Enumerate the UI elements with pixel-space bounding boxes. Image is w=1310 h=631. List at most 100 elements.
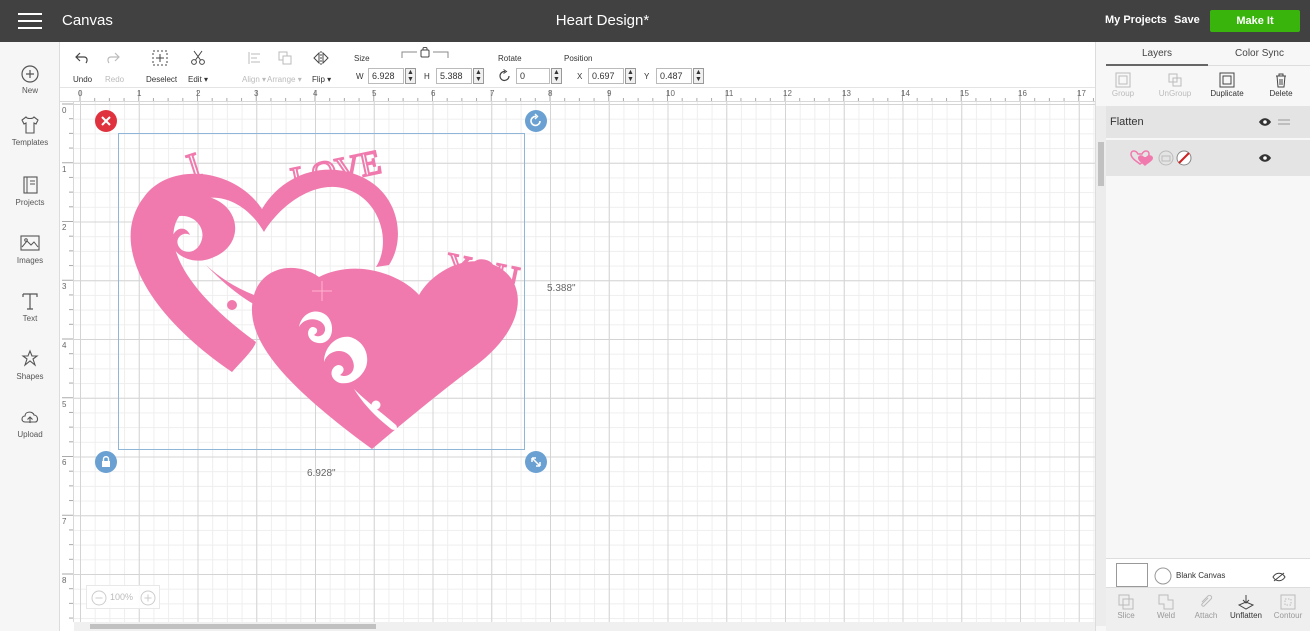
- unflatten-button[interactable]: Unflatten: [1226, 594, 1266, 620]
- ruler-top-12: 12: [783, 89, 792, 98]
- zoom-level: 100%: [110, 592, 134, 602]
- ruler-top-17: 17: [1077, 89, 1086, 98]
- close-icon: [101, 116, 111, 126]
- contour-label: Contour: [1273, 611, 1303, 620]
- undo-icon[interactable]: [74, 51, 90, 65]
- duplicate-button[interactable]: Duplicate: [1202, 72, 1252, 98]
- deselect-icon[interactable]: [152, 50, 168, 66]
- nav-upload[interactable]: Upload: [0, 406, 60, 439]
- height-stepper[interactable]: ▲ ▼: [473, 68, 484, 84]
- redo-icon[interactable]: [105, 51, 121, 65]
- nav-shapes[interactable]: Shapes: [0, 348, 60, 381]
- ruler-left-7: 7: [62, 517, 67, 526]
- ruler-left-3: 3: [62, 282, 67, 291]
- ruler-top-13: 13: [842, 89, 851, 98]
- ruler-top-2: 2: [196, 89, 201, 98]
- position-label: Position: [564, 54, 593, 63]
- blank-canvas-radio-icon[interactable]: [1154, 567, 1172, 585]
- eye-hidden-icon[interactable]: [1272, 572, 1286, 582]
- zoom-in-icon[interactable]: [140, 590, 156, 606]
- my-projects-link[interactable]: My Projects: [1105, 14, 1167, 26]
- top-ruler-ticks: [79, 90, 1094, 101]
- flip-icon[interactable]: [313, 50, 329, 66]
- save-button[interactable]: Save: [1174, 14, 1200, 26]
- nav-new[interactable]: New: [0, 64, 60, 95]
- color-swatch-icon[interactable]: [1176, 150, 1192, 166]
- ruler-top-0: 0: [78, 89, 83, 98]
- weld-button[interactable]: Weld: [1146, 594, 1186, 620]
- nav-images-label: Images: [16, 256, 44, 265]
- height-input[interactable]: 5.388: [436, 68, 472, 84]
- shapes-icon: [21, 349, 39, 367]
- tab-color-sync[interactable]: Color Sync: [1208, 42, 1310, 66]
- ruler-left-4: 4: [62, 341, 67, 350]
- resize-arrow-icon: [531, 457, 541, 467]
- edit-dropdown[interactable]: Edit ▾: [188, 75, 208, 84]
- ruler-top-6: 6: [431, 89, 436, 98]
- image-icon: [20, 235, 40, 251]
- blank-canvas-row[interactable]: Blank Canvas: [1106, 558, 1310, 588]
- flip-dropdown[interactable]: Flip ▾: [312, 75, 331, 84]
- design-canvas[interactable]: I LOVE YOU 5.388" 6.928" 100%: [74, 102, 1095, 622]
- top-bar: Canvas Heart Design* My Projects Save Ma…: [0, 0, 1310, 42]
- tab-layers[interactable]: Layers: [1106, 42, 1208, 66]
- delete-button[interactable]: Delete: [1256, 72, 1306, 98]
- ruler-top-16: 16: [1018, 89, 1027, 98]
- attach-button[interactable]: Attach: [1186, 594, 1226, 620]
- nav-images[interactable]: Images: [0, 232, 60, 265]
- trash-icon: [1276, 73, 1286, 88]
- nav-projects[interactable]: Projects: [0, 174, 60, 207]
- nav-templates[interactable]: Templates: [0, 114, 60, 147]
- rotate-input[interactable]: 0: [516, 68, 550, 84]
- scissors-icon[interactable]: [190, 50, 206, 66]
- arrange-dropdown[interactable]: Arrange ▾: [267, 75, 302, 84]
- rotate-handle[interactable]: [525, 110, 547, 132]
- ruler-top-4: 4: [313, 89, 318, 98]
- book-icon: [23, 176, 38, 194]
- ruler-top-14: 14: [901, 89, 910, 98]
- ungroup-button[interactable]: UnGroup: [1150, 72, 1200, 98]
- weld-label: Weld: [1156, 611, 1176, 620]
- lock-handle[interactable]: [95, 451, 117, 473]
- panel-vertical-scrollbar[interactable]: [1096, 106, 1106, 626]
- width-stepper[interactable]: ▲ ▼: [405, 68, 416, 84]
- rotate-stepper[interactable]: ▲ ▼: [551, 68, 562, 84]
- flatten-label: Flatten: [1110, 116, 1144, 128]
- layer-item[interactable]: [1106, 140, 1310, 176]
- arrange-icon[interactable]: [277, 50, 293, 66]
- contour-button[interactable]: Contour: [1268, 594, 1308, 620]
- print-then-cut-icon: [1158, 150, 1174, 166]
- align-icon[interactable]: [248, 51, 262, 65]
- deselect-label[interactable]: Deselect: [146, 75, 177, 84]
- layer-eye-icon[interactable]: [1258, 153, 1272, 163]
- redo-label[interactable]: Redo: [105, 75, 124, 84]
- y-position-stepper[interactable]: ▲ ▼: [693, 68, 704, 84]
- nav-shapes-label: Shapes: [16, 372, 44, 381]
- blank-canvas-swatch[interactable]: [1116, 563, 1148, 587]
- lock-icon[interactable]: [400, 47, 450, 59]
- resize-handle[interactable]: [525, 451, 547, 473]
- slice-button[interactable]: Slice: [1106, 594, 1146, 620]
- horizontal-scrollbar[interactable]: [74, 622, 1095, 631]
- contour-icon: [1280, 594, 1296, 610]
- ruler-top-1: 1: [137, 89, 142, 98]
- panel-scrollbar-thumb[interactable]: [1098, 142, 1104, 186]
- x-position-input[interactable]: 0.697: [588, 68, 624, 84]
- edit-toolbar: Undo Redo Deselect Edit ▾ Align ▾ Arrang…: [60, 42, 1095, 88]
- zoom-out-icon[interactable]: [91, 590, 107, 606]
- width-dimension-label: 6.928": [307, 468, 336, 479]
- group-button[interactable]: Group: [1098, 72, 1148, 98]
- width-input[interactable]: 6.928: [368, 68, 404, 84]
- nav-text[interactable]: Text: [0, 290, 60, 323]
- y-position-input[interactable]: 0.487: [656, 68, 692, 84]
- undo-label[interactable]: Undo: [73, 75, 92, 84]
- drag-handle-icon[interactable]: [1278, 118, 1290, 126]
- x-position-stepper[interactable]: ▲ ▼: [625, 68, 636, 84]
- horizontal-scrollbar-thumb[interactable]: [90, 624, 376, 629]
- align-dropdown[interactable]: Align ▾: [242, 75, 266, 84]
- eye-icon[interactable]: [1258, 117, 1272, 127]
- layer-group-row[interactable]: Flatten: [1106, 106, 1310, 138]
- slice-label: Slice: [1117, 611, 1135, 620]
- make-it-button[interactable]: Make It: [1210, 10, 1300, 32]
- delete-handle[interactable]: [95, 110, 117, 132]
